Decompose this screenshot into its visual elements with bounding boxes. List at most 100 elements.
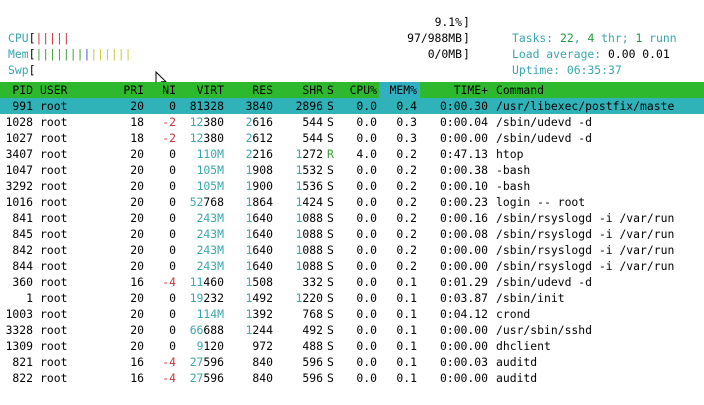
cell-time: 0:00.38 — [439, 163, 488, 177]
cell-pri: 20 — [130, 339, 144, 353]
cell-mem: 0.2 — [396, 227, 417, 241]
cell-command: /usr/sbin/sshd — [496, 323, 593, 337]
cell-time: 0:00.04 — [439, 115, 488, 129]
cell-shr: 1088 — [295, 227, 323, 241]
cell-mem: 0.1 — [396, 307, 417, 321]
cell-shr: 1088 — [295, 259, 323, 273]
process-row[interactable]: 1047 root 20 0 105M 1908 1532 S 0.0 0.2 0:00.38 -ba… — [0, 162, 704, 178]
cell-pid: 844 — [12, 259, 33, 273]
cell-virt: 114M — [196, 307, 224, 321]
process-row[interactable]: 821 root 16 -4 27596 840 596 S 0.0 0.1 0:00.03 audi… — [0, 354, 704, 370]
cell-res: 1640 — [245, 259, 273, 273]
swp-meter-label: Swp — [8, 63, 29, 77]
cell-command: /sbin/rsyslogd -i /var/run — [496, 243, 675, 257]
column-header-pri[interactable]: PRI — [110, 82, 144, 98]
cell-virt: 52768 — [189, 195, 224, 209]
cell-state: S — [327, 323, 334, 337]
cell-ni: 0 — [169, 291, 176, 305]
column-header-pid[interactable]: PID — [0, 82, 33, 98]
process-row[interactable]: 1027 root 18 -2 12380 2612 544 S 0.0 0.3 0:00.00/s… — [0, 130, 704, 146]
cell-pid: 1016 — [5, 195, 33, 209]
process-row[interactable]: 1028 root 18 -2 12380 2616 544 S 0.0 0.3 0:00.04/s… — [0, 114, 704, 130]
cell-res: 1640 — [245, 227, 273, 241]
cell-mem: 0.1 — [396, 371, 417, 385]
cell-shr: 1220 — [295, 291, 323, 305]
column-header-user[interactable]: USER — [40, 82, 90, 98]
process-row[interactable]: 3328 root 20 0 66688 1244 492 S 0.0 0.1 0:00.00/us… — [0, 322, 704, 338]
cell-shr: 1272 — [295, 147, 323, 161]
cell-time: 0:00.03 — [439, 355, 488, 369]
cell-shr: 2896 — [295, 99, 323, 113]
cell-virt: 27596 — [189, 371, 224, 385]
cell-command: /usr/libexec/postfix/maste — [496, 99, 675, 113]
cell-pid: 1003 — [5, 307, 33, 321]
cell-virt: 243M — [196, 227, 224, 241]
cell-state: S — [327, 371, 334, 385]
cell-ni: 0 — [169, 211, 176, 225]
cell-res: 1244 — [245, 323, 273, 337]
process-row[interactable]: 3292 root 20 0 105M 1900 1536 S 0.0 0.2 0:00.10 -ba… — [0, 178, 704, 194]
process-row[interactable]: 845 root 20 0 243M 1640 1088 S 0.0 0.2 0:00.08/sbi… — [0, 226, 704, 242]
cell-pri: 16 — [130, 275, 144, 289]
process-row[interactable]: 842 root 20 0 243M 1640 1088 S 0.0 0.2 0:00.00/sbi… — [0, 242, 704, 258]
column-header-ni[interactable]: NI — [150, 82, 176, 98]
column-header-time[interactable]: TIME+ — [424, 82, 488, 98]
cell-cpu: 0.0 — [356, 179, 377, 193]
cell-state: S — [327, 291, 334, 305]
process-row[interactable]: 360 root 16 -4 11460 1508 332 S 0.0 0.1 0:01.29/sb… — [0, 274, 704, 290]
mem-meter-value: 97/988MB — [407, 31, 462, 45]
column-header-cpu[interactable]: CPU% — [340, 82, 377, 98]
cell-time: 0:00.23 — [439, 195, 488, 209]
cell-res: 1492 — [245, 291, 273, 305]
cell-mem: 0.1 — [396, 291, 417, 305]
cell-pri: 20 — [130, 291, 144, 305]
process-row[interactable]: 1309 root 20 0 9120 972 488 S 0.0 0.1 0:00.00 dhcli… — [0, 338, 704, 354]
cell-state: S — [327, 211, 334, 225]
cell-user: root — [40, 243, 68, 257]
cell-ni: 0 — [169, 179, 176, 193]
cell-mem: 0.4 — [396, 99, 417, 113]
cell-res: 1900 — [245, 179, 273, 193]
process-row[interactable]: 841 root 20 0 243M 1640 1088 S 0.0 0.2 0:00.16/sbi… — [0, 210, 704, 226]
cell-state: S — [327, 339, 334, 353]
process-row[interactable]: 1016 root 20 0 52768 1864 1424 S 0.0 0.2 0:00.23 lo… — [0, 194, 704, 210]
column-header-res[interactable]: RES — [234, 82, 273, 98]
cell-time: 0:00.00 — [439, 259, 488, 273]
process-row[interactable]: 3407 root 20 0 110M 2216 1272 R 4.0 0.2 0:47.13 hto… — [0, 146, 704, 162]
cell-ni: 0 — [169, 163, 176, 177]
process-row[interactable]: 1 root 20 0 19232 1492 1220 S 0.0 0.1 0:03.87/sbin… — [0, 290, 704, 306]
cell-virt: 105M — [196, 163, 224, 177]
cell-res: 972 — [252, 339, 273, 353]
cell-mem: 0.2 — [396, 195, 417, 209]
cell-virt: 9120 — [196, 339, 224, 353]
process-row[interactable]: 844 root 20 0 243M 1640 1088 S 0.0 0.2 0:00.00/sbi… — [0, 258, 704, 274]
cell-mem: 0.2 — [396, 259, 417, 273]
cell-ni: 0 — [169, 195, 176, 209]
cell-command: crond — [496, 307, 531, 321]
column-header-command[interactable]: Command — [496, 82, 704, 98]
cell-virt: 110M — [196, 147, 224, 161]
cell-user: root — [40, 259, 68, 273]
cell-ni: 0 — [169, 99, 176, 113]
cell-state: S — [327, 275, 334, 289]
cell-pri: 16 — [130, 355, 144, 369]
process-row[interactable]: 1003 root 20 0 114M 1392 768 S 0.0 0.1 0:04.12 cron… — [0, 306, 704, 322]
column-header-state[interactable]: S — [327, 82, 337, 98]
cell-user: root — [40, 211, 68, 225]
cell-state: S — [327, 307, 334, 321]
process-row[interactable]: 822 root 16 -4 27596 840 596 S 0.0 0.1 0:00.00 audi… — [0, 370, 704, 386]
cell-time: 0:47.13 — [439, 147, 488, 161]
column-header-shr[interactable]: SHR — [282, 82, 323, 98]
cell-mem: 0.2 — [396, 243, 417, 257]
cell-pid: 991 — [12, 99, 33, 113]
cell-pid: 3292 — [5, 179, 33, 193]
cell-cpu: 4.0 — [356, 147, 377, 161]
process-row[interactable]: 991 root 20 0 81328 3840 2896 S 0.0 0.4 0:00.30/us… — [0, 98, 704, 114]
cell-ni: -4 — [162, 355, 176, 369]
cell-shr: 488 — [302, 339, 323, 353]
column-header-mem[interactable]: MEM% — [382, 82, 417, 98]
column-header-virt[interactable]: VIRT — [178, 82, 224, 98]
cell-cpu: 0.0 — [356, 131, 377, 145]
mem-meter-bars-cache: |||||| — [90, 47, 132, 61]
cell-user: root — [40, 227, 68, 241]
